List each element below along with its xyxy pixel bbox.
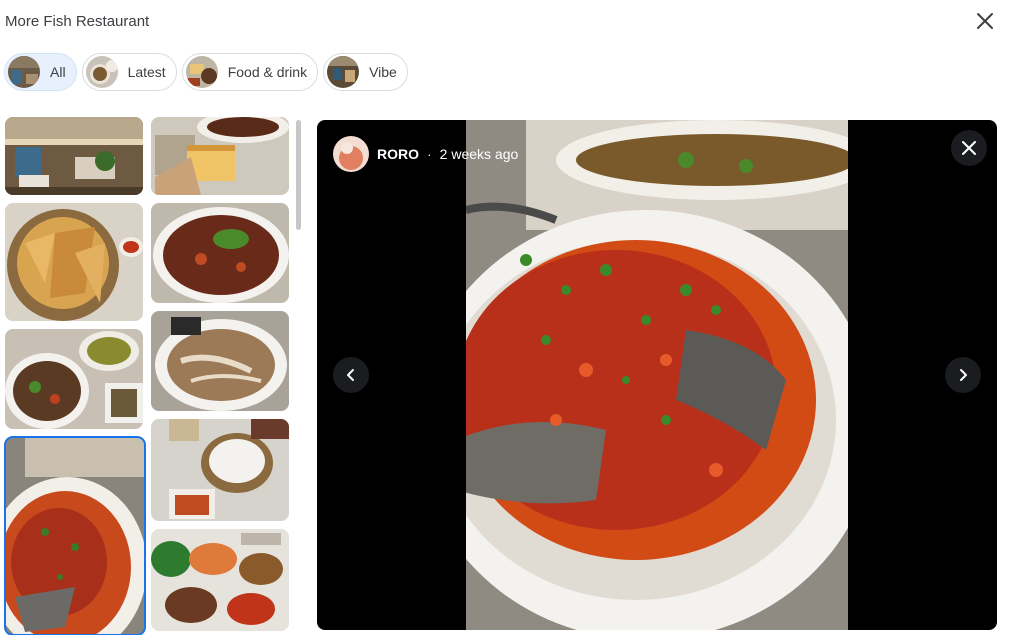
meta-separator: · — [427, 146, 432, 162]
filter-chip-label: Vibe — [369, 64, 397, 80]
photo-thumbnail[interactable] — [151, 203, 289, 303]
photo-viewer: RORO · 2 weeks ago — [317, 120, 997, 630]
chip-thumbnail — [185, 56, 218, 88]
filter-chip-all[interactable]: All — [4, 53, 77, 91]
photo-filter-chips: All Latest Food & drink Vibe — [4, 53, 408, 91]
photo-thumbnail-selected[interactable] — [4, 436, 146, 635]
filter-chip-label: All — [50, 64, 66, 80]
chevron-right-icon — [960, 369, 967, 381]
photo-thumbnail[interactable] — [5, 117, 143, 195]
previous-photo-button[interactable] — [333, 357, 369, 393]
close-dialog-button[interactable] — [972, 8, 998, 34]
author-name[interactable]: RORO — [377, 146, 419, 162]
photo-thumbnail[interactable] — [5, 329, 143, 429]
photo-thumbnail[interactable] — [151, 311, 289, 411]
photo-gallery-dialog: More Fish Restaurant All Latest Food & d… — [0, 0, 1012, 635]
gallery-scrollbar[interactable] — [296, 120, 301, 230]
filter-chip-label: Food & drink — [227, 64, 308, 80]
chevron-left-icon — [347, 369, 354, 381]
photo-thumbnail[interactable] — [151, 117, 289, 195]
photo-author[interactable]: RORO · 2 weeks ago — [333, 136, 518, 172]
author-avatar[interactable] — [333, 136, 369, 172]
dialog-title: More Fish Restaurant — [5, 13, 150, 30]
close-icon — [962, 141, 976, 155]
close-icon — [977, 13, 993, 29]
chip-thumbnail — [327, 56, 360, 88]
filter-chip-vibe[interactable]: Vibe — [323, 53, 408, 91]
filter-chip-latest[interactable]: Latest — [81, 53, 177, 91]
close-viewer-button[interactable] — [951, 130, 987, 166]
filter-chip-food-drink[interactable]: Food & drink — [181, 53, 319, 91]
posted-time: 2 weeks ago — [439, 146, 519, 162]
photo-thumbnail[interactable] — [5, 203, 143, 321]
filter-chip-label: Latest — [127, 64, 166, 80]
chip-thumbnail — [8, 56, 40, 88]
chip-thumbnail — [85, 56, 118, 88]
next-photo-button[interactable] — [945, 357, 981, 393]
photo-thumbnail[interactable] — [151, 419, 289, 521]
photo-thumbnail[interactable] — [151, 529, 289, 631]
main-photo — [466, 120, 848, 630]
